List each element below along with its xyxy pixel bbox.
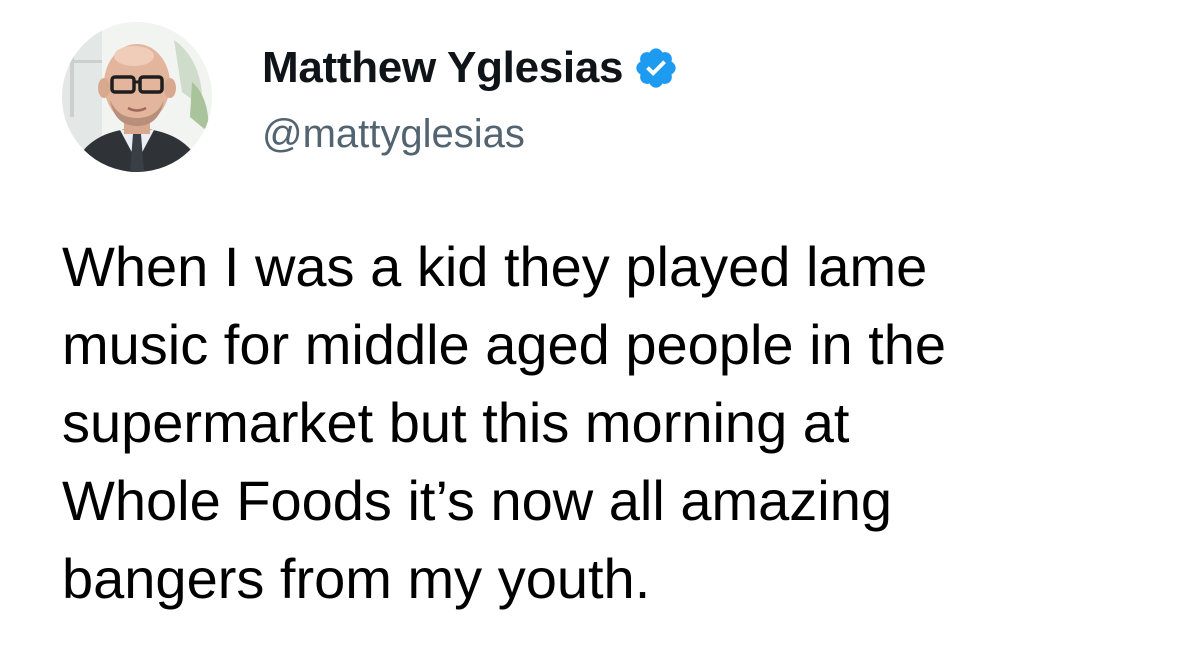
- profile-photo-icon: [62, 22, 212, 172]
- verified-badge-icon: [633, 45, 679, 91]
- author-handle[interactable]: @mattyglesias: [262, 112, 525, 157]
- tweet-card: Matthew Yglesias @mattyglesias When I wa…: [0, 0, 1179, 670]
- avatar[interactable]: [62, 22, 212, 172]
- display-name[interactable]: Matthew Yglesias: [262, 43, 623, 93]
- author-row: Matthew Yglesias: [262, 40, 679, 96]
- tweet-text: When I was a kid they played lame music …: [62, 235, 947, 610]
